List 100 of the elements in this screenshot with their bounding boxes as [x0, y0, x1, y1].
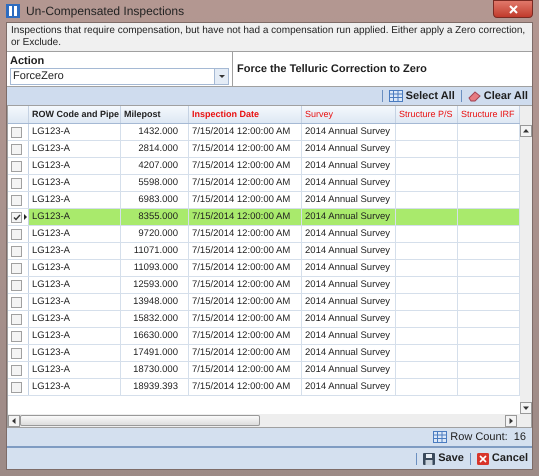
table-cell-text: 7/15/2014 12:00:00 AM	[192, 362, 290, 377]
table-row[interactable]: LG123-A 18939.393 7/15/2014 12:00:00 AM 2014 Annual Survey	[8, 379, 520, 396]
table-cell-text: LG123-A	[32, 192, 70, 207]
check-icon	[12, 214, 20, 220]
row-checkbox[interactable]	[11, 194, 22, 206]
table-cell-text: 4207.000	[138, 158, 178, 173]
table-cell-text: 8355.000	[138, 210, 178, 224]
close-button[interactable]	[493, 0, 533, 18]
cancel-icon	[476, 452, 489, 464]
table-cell-text: 2014 Annual Survey	[305, 260, 390, 275]
row-count-label: Row Count:	[450, 430, 508, 445]
table-cell-text: 7/15/2014 12:00:00 AM	[192, 294, 290, 309]
row-checkbox[interactable]	[11, 228, 22, 240]
table-row[interactable]: LG123-A 8355.000 7/15/2014 12:00:00 AM 2014 Annual Survey	[8, 209, 520, 226]
row-checkbox[interactable]	[11, 144, 22, 154]
table-cell-text: 7/15/2014 12:00:00 AM	[192, 278, 290, 292]
row-checkbox[interactable]	[11, 382, 22, 392]
table-cell-text: LG123-A	[32, 244, 70, 258]
app-icon	[6, 4, 20, 18]
grid-icon	[433, 431, 448, 443]
action-label: Action	[10, 54, 46, 68]
table-row[interactable]: LG123-A 6983.000 7/15/2014 12:00:00 AM 2014 Annual Survey	[8, 192, 520, 209]
row-checkbox[interactable]	[11, 246, 22, 256]
table-cell-text: 2014 Annual Survey	[305, 380, 390, 394]
row-pointer-icon	[24, 214, 27, 220]
table-row[interactable]: LG123-A 1432.000 7/15/2014 12:00:00 AM 2014 Annual Survey	[8, 124, 520, 141]
table-cell-text: 2014 Annual Survey	[305, 192, 390, 207]
column-header[interactable]: Survey	[302, 106, 396, 123]
row-checkbox[interactable]	[11, 330, 22, 342]
table-cell-text: 7/15/2014 12:00:00 AM	[192, 226, 290, 241]
table-row[interactable]: LG123-A 16630.000 7/15/2014 12:00:00 AM 2014 Annual Survey	[8, 328, 520, 345]
table-cell-text: 2014 Annual Survey	[305, 244, 390, 258]
table-row[interactable]: LG123-A 18730.000 7/15/2014 12:00:00 AM 2014 Annual Survey	[8, 362, 520, 379]
row-checkbox[interactable]	[11, 126, 22, 138]
table-cell-text: 2014 Annual Survey	[305, 210, 390, 224]
table-cell-text: 2014 Annual Survey	[305, 226, 390, 241]
vertical-scrollbar[interactable]	[520, 106, 532, 414]
grid-icon	[388, 90, 403, 102]
table-cell-text: 2014 Annual Survey	[305, 142, 390, 156]
table-cell-text: 7/15/2014 12:00:00 AM	[192, 244, 290, 258]
table-cell-text: LG123-A	[32, 210, 70, 224]
row-checkbox[interactable]	[11, 364, 22, 376]
table-cell-text: LG123-A	[32, 346, 70, 360]
table-cell-text: 7/15/2014 12:00:00 AM	[192, 158, 290, 173]
table-cell-text: 7/15/2014 12:00:00 AM	[192, 380, 290, 394]
select-all-button[interactable]: Select All	[386, 88, 457, 104]
close-icon	[508, 4, 518, 14]
table-row[interactable]: LG123-A 12593.000 7/15/2014 12:00:00 AM 2014 Annual Survey	[8, 277, 520, 294]
table-row[interactable]: LG123-A 4207.000 7/15/2014 12:00:00 AM 2014 Annual Survey	[8, 158, 520, 175]
table-cell-text: 11071.000	[134, 244, 178, 258]
table-cell-text: 5598.000	[138, 176, 178, 190]
dropdown-caret-icon	[218, 74, 224, 78]
table-row[interactable]: LG123-A 9720.000 7/15/2014 12:00:00 AM 2014 Annual Survey	[8, 226, 520, 243]
table-row[interactable]: LG123-A 11071.000 7/15/2014 12:00:00 AM 2014 Annual Survey	[8, 243, 520, 260]
table-row[interactable]: LG123-A 13948.000 7/15/2014 12:00:00 AM 2014 Annual Survey	[8, 294, 520, 311]
table-cell-text: 13948.000	[133, 294, 178, 309]
column-header[interactable]: Inspection Date	[189, 106, 302, 123]
column-header[interactable]: ROW Code and Pipe	[29, 106, 121, 123]
table-cell-text: 6983.000	[138, 192, 178, 207]
table-cell-text: 7/15/2014 12:00:00 AM	[192, 192, 290, 207]
table-cell-text: LG123-A	[32, 158, 70, 173]
row-checkbox[interactable]	[11, 262, 22, 274]
table-row[interactable]: LG123-A 2814.000 7/15/2014 12:00:00 AM 2014 Annual Survey	[8, 141, 520, 158]
table-cell-text: 2014 Annual Survey	[305, 176, 390, 190]
table-cell-text: 12593.000	[133, 278, 178, 292]
clear-all-button[interactable]: Clear All	[466, 88, 530, 104]
table-cell-text: 7/15/2014 12:00:00 AM	[192, 260, 290, 275]
cancel-button[interactable]: Cancel	[474, 450, 530, 467]
column-header[interactable]: Milepost	[121, 106, 189, 123]
table-row[interactable]: LG123-A 15832.000 7/15/2014 12:00:00 AM 2014 Annual Survey	[8, 311, 520, 328]
row-checkbox[interactable]	[11, 348, 22, 358]
row-checkbox[interactable]	[11, 160, 22, 172]
table-cell-text: 2014 Annual Survey	[305, 278, 390, 292]
table-row[interactable]: LG123-A 17491.000 7/15/2014 12:00:00 AM 2014 Annual Survey	[8, 345, 520, 362]
save-button[interactable]: Save	[421, 450, 466, 467]
table-cell-text: 2014 Annual Survey	[305, 158, 390, 173]
row-checkbox[interactable]	[11, 212, 22, 222]
table-cell-text: 17491.000	[133, 346, 178, 360]
row-checkbox[interactable]	[11, 280, 22, 290]
table-cell-text: 2814.000	[138, 142, 178, 156]
table-cell-text: 2014 Annual Survey	[305, 328, 390, 343]
table-cell-text: 9720.000	[138, 226, 178, 241]
table-cell-text: 15832.000	[133, 312, 178, 326]
row-checkbox[interactable]	[11, 314, 22, 324]
row-count-value: 16	[514, 430, 526, 445]
table-cell-text: 2014 Annual Survey	[305, 124, 390, 139]
column-header[interactable]: Structure P/S	[396, 106, 458, 123]
table-cell-text: LG123-A	[32, 294, 70, 309]
table-cell-text: 16630.000	[133, 328, 178, 343]
action-dropdown[interactable]: ForceZero	[10, 68, 229, 85]
table-cell-text: 7/15/2014 12:00:00 AM	[192, 346, 290, 360]
table-cell-text: 2014 Annual Survey	[305, 346, 390, 360]
row-checkbox[interactable]	[11, 296, 22, 308]
horizontal-scrollbar[interactable]	[8, 414, 531, 427]
table-cell-text: 7/15/2014 12:00:00 AM	[192, 328, 290, 343]
row-checkbox[interactable]	[11, 178, 22, 188]
action-description: Force the Telluric Correction to Zero	[237, 62, 427, 77]
table-row[interactable]: LG123-A 5598.000 7/15/2014 12:00:00 AM 2014 Annual Survey	[8, 175, 520, 192]
table-cell-text: LG123-A	[32, 176, 70, 190]
table-row[interactable]: LG123-A 11093.000 7/15/2014 12:00:00 AM 2014 Annual Survey	[8, 260, 520, 277]
